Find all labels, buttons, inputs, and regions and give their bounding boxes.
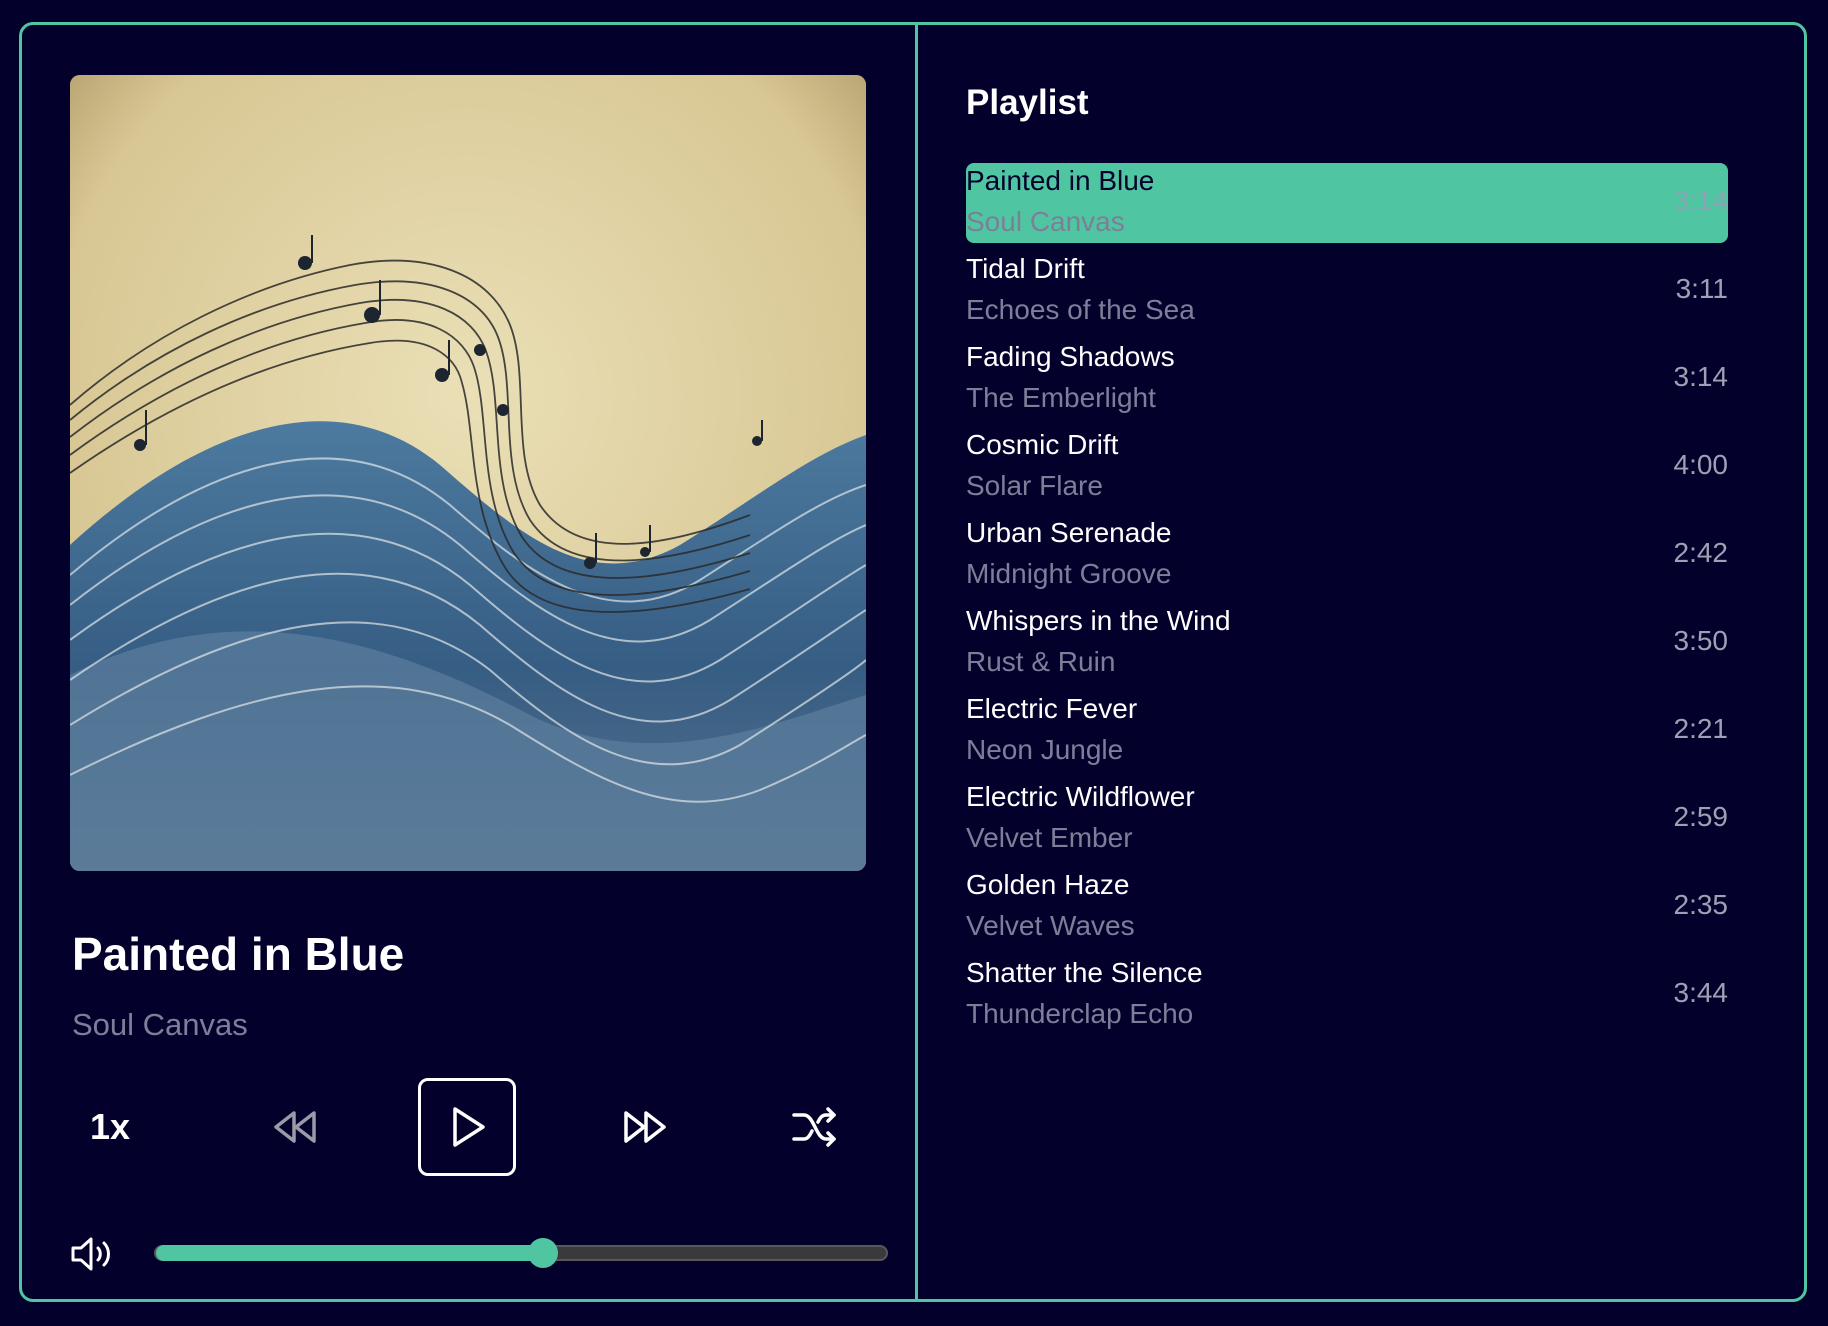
- playlist-item-duration: 4:00: [1673, 449, 1729, 480]
- rewind-icon: [274, 1111, 316, 1143]
- playlist-item-duration: 3:11: [1675, 273, 1728, 304]
- playlist-item-artist: Echoes of the Sea: [966, 294, 1195, 325]
- shuffle-icon: [792, 1107, 836, 1147]
- playlist-panel: Playlist Painted in Blue Soul Canvas 3:14 T…: [918, 25, 1804, 1299]
- playlist-item-duration: 3:14: [1673, 185, 1729, 216]
- playlist-item[interactable]: Golden Haze Velvet Waves 2:35: [966, 867, 1728, 947]
- playlist-item[interactable]: Electric Fever Neon Jungle 2:21: [966, 691, 1728, 771]
- volume-slider-fill: [156, 1245, 543, 1261]
- playlist-item-artist: Thunderclap Echo: [966, 998, 1194, 1029]
- playlist-item-artist: Velvet Ember: [966, 822, 1133, 853]
- playlist-item-duration: 3:14: [1673, 361, 1729, 392]
- playlist-item[interactable]: Urban Serenade Midnight Groove 2:42: [966, 515, 1728, 595]
- playlist-item-title: Painted in Blue: [966, 165, 1155, 196]
- playlist-item-artist: Solar Flare: [966, 470, 1103, 501]
- playlist-item-duration: 2:59: [1673, 801, 1729, 832]
- music-player: Painted in Blue Soul Canvas 1x Playlist …: [19, 22, 1807, 1302]
- playlist-item-title: Whispers in the Wind: [966, 605, 1231, 636]
- playlist-item-title: Electric Wildflower: [966, 781, 1195, 812]
- playlist-item-duration: 3:50: [1673, 625, 1729, 656]
- playlist-item-artist: Neon Jungle: [966, 734, 1124, 765]
- shuffle-button[interactable]: [770, 1075, 860, 1179]
- playlist-item-artist: Soul Canvas: [966, 206, 1125, 237]
- playlist-item-artist: Velvet Waves: [966, 910, 1135, 941]
- playlist-item-title: Tidal Drift: [966, 253, 1085, 284]
- playlist-item-duration: 2:42: [1673, 537, 1729, 568]
- playlist-item-title: Urban Serenade: [966, 517, 1172, 548]
- playlist-heading: Playlist: [966, 83, 1089, 122]
- fast-forward-button[interactable]: [595, 1075, 695, 1179]
- playlist-item-duration: 3:44: [1673, 977, 1729, 1008]
- playlist-item-duration: 2:35: [1673, 889, 1729, 920]
- playlist-item[interactable]: Tidal Drift Echoes of the Sea 3:11: [966, 251, 1728, 331]
- volume-icon[interactable]: [70, 1234, 116, 1274]
- now-playing-panel: Painted in Blue Soul Canvas 1x: [22, 25, 918, 1299]
- playlist-item-title: Golden Haze: [966, 869, 1130, 900]
- now-playing-artist: Soul Canvas: [72, 1007, 248, 1042]
- playlist-item-artist: Midnight Groove: [966, 558, 1172, 589]
- fast-forward-icon: [624, 1111, 666, 1143]
- volume-slider[interactable]: [154, 1238, 888, 1268]
- now-playing-title: Painted in Blue: [72, 928, 405, 980]
- playlist-item-title: Shatter the Silence: [966, 957, 1203, 988]
- album-artwork-image: [70, 75, 866, 871]
- playlist-item[interactable]: Painted in Blue Soul Canvas 3:14: [966, 163, 1728, 243]
- playback-speed-button[interactable]: 1x: [70, 1075, 150, 1179]
- playlist-item[interactable]: Whispers in the Wind Rust & Ruin 3:50: [966, 603, 1728, 683]
- playlist-item-artist: Rust & Ruin: [966, 646, 1116, 677]
- playback-controls: 1x: [70, 1075, 866, 1179]
- play-icon: [453, 1107, 485, 1147]
- playlist-item[interactable]: Cosmic Drift Solar Flare 4:00: [966, 427, 1728, 507]
- playlist-item-duration: 2:21: [1673, 713, 1729, 744]
- playlist-item-title: Fading Shadows: [966, 341, 1175, 372]
- playlist-item-artist: The Emberlight: [966, 382, 1156, 413]
- playlist-item-title: Cosmic Drift: [966, 429, 1119, 460]
- playlist-item[interactable]: Electric Wildflower Velvet Ember 2:59: [966, 779, 1728, 859]
- playlist-list: Painted in Blue Soul Canvas 3:14 Tidal Drif…: [966, 163, 1728, 1043]
- playlist-item-title: Electric Fever: [966, 693, 1138, 724]
- album-cover: [70, 75, 866, 871]
- playlist-item[interactable]: Fading Shadows The Emberlight 3:14: [966, 339, 1728, 419]
- play-button[interactable]: [418, 1078, 516, 1176]
- rewind-button[interactable]: [245, 1075, 345, 1179]
- playlist-item[interactable]: Shatter the Silence Thunderclap Echo 3:44: [966, 955, 1728, 1035]
- volume-control: [70, 1228, 888, 1278]
- volume-slider-thumb[interactable]: [527, 1238, 558, 1268]
